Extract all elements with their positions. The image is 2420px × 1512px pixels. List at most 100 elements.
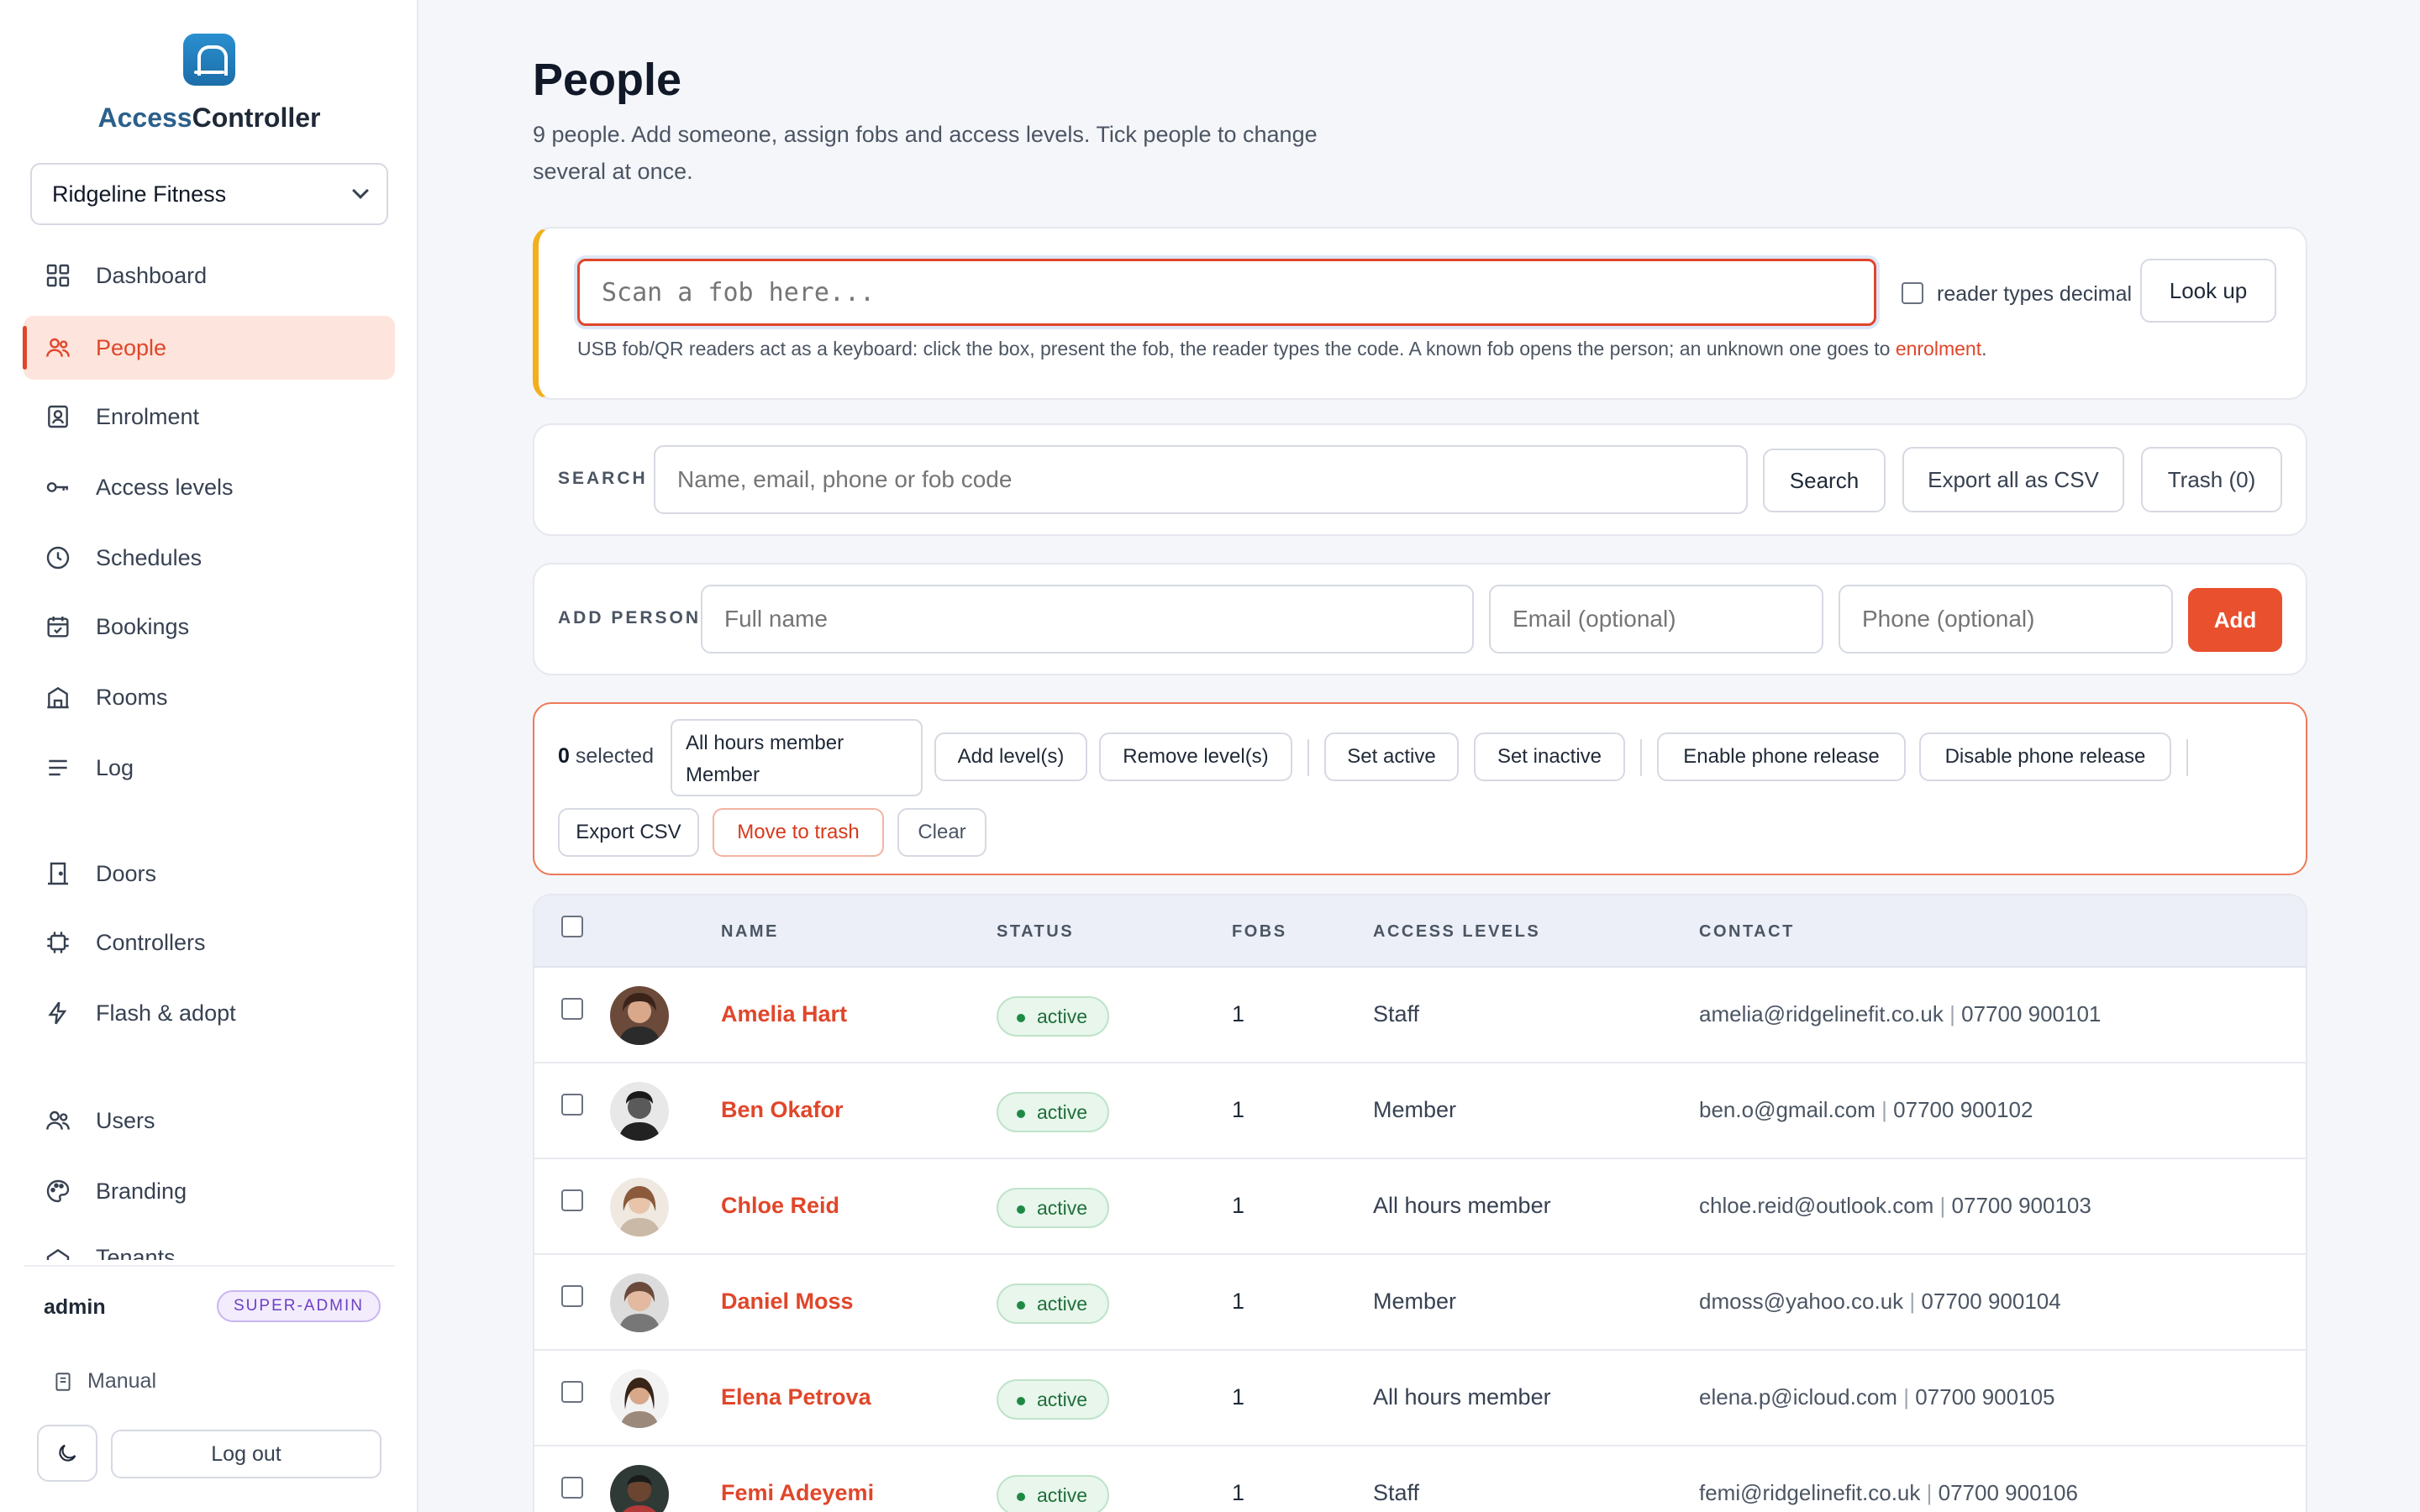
- enable-phone-release-button[interactable]: Enable phone release: [1657, 732, 1906, 781]
- grid-icon: [44, 261, 72, 290]
- list-icon: [44, 753, 72, 782]
- export-all-csv-button[interactable]: Export all as CSV: [1902, 447, 2124, 512]
- trash-button[interactable]: Trash (0): [2141, 447, 2282, 512]
- sidebar-item-tenants[interactable]: Tenants: [24, 1228, 395, 1260]
- sidebar-item-log[interactable]: Log: [24, 736, 395, 800]
- table-row[interactable]: Chloe Reid active 1 All hours member chl…: [534, 1159, 2306, 1255]
- contact-phone: 07700 900104: [1921, 1289, 2061, 1314]
- contact-email: elena.p@icloud.com: [1699, 1384, 1897, 1410]
- search-button[interactable]: Search: [1763, 449, 1886, 512]
- door-icon: [44, 859, 72, 888]
- sidebar-item-label: Users: [96, 1107, 155, 1133]
- column-header-status[interactable]: STATUS: [997, 922, 1074, 942]
- person-name-link[interactable]: Daniel Moss: [721, 1289, 854, 1315]
- fob-count: 1: [1232, 1289, 1245, 1314]
- sidebar-item-branding[interactable]: Branding: [24, 1159, 395, 1223]
- sidebar-item-enrolment[interactable]: Enrolment: [24, 385, 395, 449]
- key-icon: [44, 473, 72, 501]
- contact-cell: chloe.reid@outlook.com | 07700 900103: [1699, 1193, 2091, 1219]
- set-inactive-button[interactable]: Set inactive: [1474, 732, 1625, 781]
- person-name-link[interactable]: Elena Petrova: [721, 1384, 871, 1410]
- sidebar-item-flash-adopt[interactable]: Flash & adopt: [24, 981, 395, 1045]
- contact-email: ben.o@gmail.com: [1699, 1097, 1876, 1122]
- add-levels-button[interactable]: Add level(s): [934, 732, 1087, 781]
- person-name-link[interactable]: Chloe Reid: [721, 1193, 839, 1219]
- manual-label: Manual: [87, 1369, 156, 1393]
- person-name-link[interactable]: Amelia Hart: [721, 1001, 847, 1027]
- sidebar-item-schedules[interactable]: Schedules: [24, 526, 395, 590]
- tenant-select[interactable]: Ridgeline Fitness: [30, 163, 388, 225]
- move-to-trash-button[interactable]: Move to trash: [713, 808, 884, 857]
- sidebar-item-rooms[interactable]: Rooms: [24, 665, 395, 729]
- sidebar-item-controllers[interactable]: Controllers: [24, 911, 395, 974]
- add-person-button[interactable]: Add: [2188, 588, 2282, 652]
- scan-help-body: USB fob/QR readers act as a keyboard: cl…: [577, 338, 1896, 360]
- toolbar-divider: [2186, 739, 2188, 776]
- access-level-multiselect[interactable]: All hours member Member: [671, 719, 923, 796]
- level-option[interactable]: All hours member: [686, 727, 908, 759]
- full-name-input[interactable]: [701, 585, 1474, 654]
- clear-selection-button[interactable]: Clear: [897, 808, 986, 857]
- search-label: SEARCH: [558, 469, 648, 488]
- contact-cell: amelia@ridgelinefit.co.uk | 07700 900101: [1699, 1001, 2101, 1027]
- enrolment-link[interactable]: enrolment: [1896, 338, 1981, 360]
- row-checkbox[interactable]: [561, 998, 583, 1020]
- row-checkbox[interactable]: [561, 1477, 583, 1499]
- table-row[interactable]: Ben Okafor active 1 Member ben.o@gmail.c…: [534, 1063, 2306, 1159]
- person-name-link[interactable]: Femi Adeyemi: [721, 1480, 874, 1506]
- fob-count: 1: [1232, 1001, 1245, 1026]
- contact-cell: dmoss@yahoo.co.uk | 07700 900104: [1699, 1289, 2061, 1315]
- table-row[interactable]: Daniel Moss active 1 Member dmoss@yahoo.…: [534, 1255, 2306, 1351]
- moon-icon: [59, 1444, 76, 1462]
- sidebar-item-dashboard[interactable]: Dashboard: [24, 244, 395, 307]
- sidebar-item-people[interactable]: People: [23, 316, 395, 380]
- email-input[interactable]: [1489, 585, 1823, 654]
- row-checkbox[interactable]: [561, 1189, 583, 1211]
- contact-separator: |: [1881, 1097, 1887, 1122]
- export-csv-button[interactable]: Export CSV: [558, 808, 699, 857]
- logout-button[interactable]: Log out: [111, 1430, 381, 1478]
- level-option[interactable]: Member: [686, 759, 908, 791]
- table-row[interactable]: Femi Adeyemi active 1 Staff femi@ridgeli…: [534, 1446, 2306, 1512]
- fob-scan-input[interactable]: [577, 259, 1876, 326]
- contact-email: dmoss@yahoo.co.uk: [1699, 1289, 1904, 1314]
- sidebar-item-doors[interactable]: Doors: [24, 842, 395, 906]
- contact-phone: 07700 900102: [1893, 1097, 2033, 1122]
- sidebar-item-access-levels[interactable]: Access levels: [24, 455, 395, 519]
- row-checkbox[interactable]: [561, 1285, 583, 1307]
- status-badge: active: [997, 996, 1110, 1037]
- sidebar-item-label: Schedules: [96, 544, 203, 570]
- selected-count-label: selected: [575, 744, 654, 768]
- book-icon: [55, 1372, 71, 1391]
- column-header-contact[interactable]: CONTACT: [1699, 922, 1795, 942]
- select-all-checkbox[interactable]: [561, 916, 583, 937]
- manual-link[interactable]: Manual: [52, 1369, 156, 1394]
- sidebar-item-users[interactable]: Users: [24, 1089, 395, 1152]
- theme-toggle-button[interactable]: [37, 1425, 97, 1482]
- people-icon: [44, 333, 72, 362]
- table-row[interactable]: Amelia Hart active 1 Staff amelia@ridgel…: [534, 968, 2306, 1063]
- column-header-access-levels[interactable]: ACCESS LEVELS: [1373, 922, 1540, 942]
- set-active-button[interactable]: Set active: [1324, 732, 1459, 781]
- sidebar-item-label: Flash & adopt: [96, 1000, 236, 1026]
- chip-icon: [44, 928, 72, 957]
- reader-decimal-checkbox[interactable]: [1902, 282, 1923, 304]
- column-header-fobs[interactable]: FOBS: [1232, 922, 1287, 942]
- sidebar-item-bookings[interactable]: Bookings: [24, 595, 395, 659]
- table-row[interactable]: Elena Petrova active 1 All hours member …: [534, 1351, 2306, 1446]
- avatar: [610, 986, 669, 1045]
- sidebar-item-label: Tenants: [96, 1245, 176, 1260]
- avatar: [610, 1082, 669, 1141]
- lookup-button[interactable]: Look up: [2140, 259, 2276, 323]
- contact-separator: |: [1909, 1289, 1916, 1314]
- phone-input[interactable]: [1839, 585, 2173, 654]
- person-name-link[interactable]: Ben Okafor: [721, 1097, 844, 1123]
- row-checkbox[interactable]: [561, 1381, 583, 1403]
- contact-separator: |: [1949, 1001, 1955, 1026]
- row-checkbox[interactable]: [561, 1094, 583, 1116]
- disable-phone-release-button[interactable]: Disable phone release: [1919, 732, 2171, 781]
- column-header-name[interactable]: NAME: [721, 922, 779, 942]
- remove-levels-button[interactable]: Remove level(s): [1099, 732, 1292, 781]
- search-input[interactable]: [654, 445, 1748, 514]
- sidebar-item-label: People: [96, 334, 167, 360]
